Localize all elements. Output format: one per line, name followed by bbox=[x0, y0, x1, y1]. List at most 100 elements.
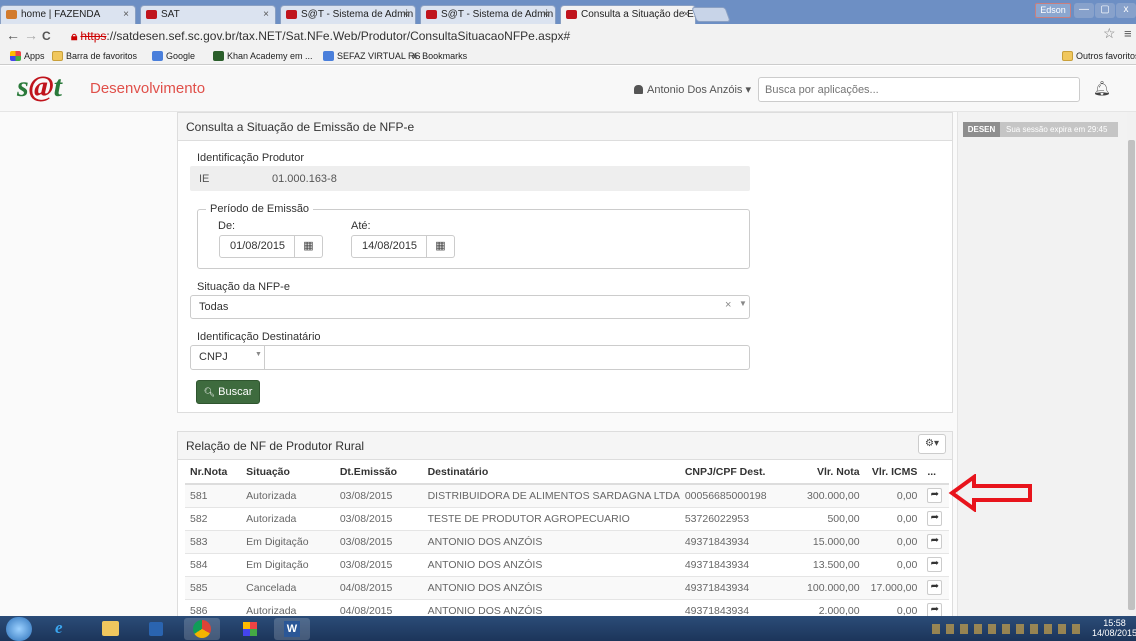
back-icon[interactable]: ← bbox=[6, 27, 20, 43]
bell-icon[interactable]: 🔔︎ bbox=[1093, 80, 1111, 97]
cell-recipient: DISTRIBUIDORA DE ALIMENTOS SARDAGNA LTDA bbox=[422, 484, 680, 508]
open-action-icon[interactable]: ➦ bbox=[927, 488, 943, 504]
table-row: 585 Cancelada 04/08/2015 ANTONIO DOS ANZ… bbox=[185, 576, 949, 600]
table-row: 583 Em Digitação 03/08/2015 ANTONIO DOS … bbox=[185, 530, 949, 554]
profile-button[interactable]: Edson bbox=[1035, 3, 1071, 18]
scrollbar-thumb[interactable] bbox=[1128, 140, 1135, 610]
start-button[interactable] bbox=[6, 617, 32, 641]
folder-icon bbox=[1062, 51, 1073, 61]
cell-nr: 583 bbox=[185, 530, 242, 554]
chevron-down-icon[interactable]: ▼ bbox=[739, 299, 747, 308]
taskbar-chrome[interactable] bbox=[184, 618, 220, 640]
user-icon bbox=[634, 85, 643, 94]
column-header[interactable]: Nr.Nota bbox=[185, 461, 242, 485]
open-action-icon[interactable]: ➦ bbox=[927, 511, 943, 526]
logo-s: s bbox=[17, 70, 29, 103]
reload-icon[interactable]: C bbox=[42, 29, 51, 43]
tab-favicon-icon bbox=[566, 10, 577, 19]
search-button[interactable]: 🔍︎ Buscar bbox=[196, 380, 260, 404]
bookmark-label: Barra de favoritos bbox=[66, 51, 138, 61]
cell-cnpj: 49371843934 bbox=[679, 530, 802, 554]
bookmark-khan-academy[interactable]: Khan Academy em ... bbox=[213, 51, 313, 61]
maximize-button[interactable]: ▢ bbox=[1095, 3, 1115, 18]
open-action-icon[interactable]: ➦ bbox=[927, 534, 943, 549]
to-date-input[interactable]: 14/08/2015 bbox=[351, 235, 427, 258]
bookmark-star-icon[interactable]: ☆ bbox=[1103, 25, 1116, 42]
recipient-type-select[interactable]: CNPJ bbox=[190, 345, 265, 370]
app-search-input[interactable] bbox=[758, 77, 1080, 102]
tab-title: Consulta a Situação de Em bbox=[581, 9, 696, 20]
cell-value: 15.000,00 bbox=[801, 530, 865, 554]
other-bookmarks-folder[interactable]: Outros favoritos bbox=[1062, 51, 1136, 61]
google-icon bbox=[152, 51, 163, 61]
address-bar[interactable]: 🔒︎ https://satdesen.sef.sc.gov.br/tax.NET… bbox=[71, 27, 1103, 45]
taskbar-clock[interactable]: 15:58 14/08/2015 bbox=[1092, 618, 1136, 638]
folder-icon bbox=[52, 51, 63, 61]
taskbar-word[interactable]: W bbox=[274, 618, 310, 640]
status-label: Situação da NFP-e bbox=[197, 281, 290, 293]
browser-tab[interactable]: S@T - Sistema de Admin × bbox=[420, 5, 556, 24]
to-calendar-button[interactable]: ▦ bbox=[427, 235, 455, 258]
open-action-icon[interactable]: ➦ bbox=[927, 580, 943, 595]
chrome-menu-icon[interactable]: ≡ bbox=[1124, 26, 1132, 41]
tab-close-icon[interactable]: × bbox=[683, 6, 689, 23]
chevron-down-icon[interactable]: ▼ bbox=[255, 351, 262, 358]
cell-nr: 584 bbox=[185, 553, 242, 577]
column-header[interactable]: Situação bbox=[241, 461, 335, 485]
system-tray-icons[interactable] bbox=[932, 624, 1082, 634]
new-tab-button[interactable] bbox=[691, 7, 731, 22]
close-window-button[interactable]: x bbox=[1116, 3, 1136, 18]
column-header[interactable]: Vlr. Nota bbox=[801, 461, 865, 485]
cell-icms: 0,00 bbox=[864, 530, 923, 554]
minimize-button[interactable]: — bbox=[1074, 3, 1094, 18]
gear-icon[interactable]: ⚙▾ bbox=[918, 434, 946, 454]
bookmark-bookmarks[interactable]: ★ Bookmarks bbox=[411, 51, 467, 62]
column-header[interactable]: Vlr. ICMS bbox=[864, 461, 923, 485]
cell-date: 03/08/2015 bbox=[334, 484, 423, 508]
column-header[interactable]: CNPJ/CPF Dest. bbox=[679, 461, 802, 485]
ie-value: 01.000.163-8 bbox=[272, 173, 337, 185]
bookmark-label: Google bbox=[166, 51, 196, 61]
column-header[interactable]: Destinatário bbox=[422, 461, 680, 485]
taskbar-explorer[interactable] bbox=[92, 618, 128, 640]
user-menu[interactable]: Antonio Dos Anzóis ▾ bbox=[634, 83, 751, 96]
cell-status: Cancelada bbox=[241, 576, 335, 600]
logo-at: @ bbox=[28, 70, 54, 103]
browser-tab-active[interactable]: Consulta a Situação de Em × bbox=[560, 5, 696, 24]
bookmark-sefaz[interactable]: SEFAZ VIRTUAL RS bbox=[323, 51, 421, 61]
clear-icon[interactable]: × bbox=[725, 299, 731, 311]
tab-close-icon[interactable]: × bbox=[543, 6, 549, 23]
bookmark-apps[interactable]: Apps bbox=[10, 51, 45, 61]
taskbar-outlook[interactable] bbox=[138, 618, 174, 640]
from-date-input[interactable]: 01/08/2015 bbox=[219, 235, 295, 258]
column-header[interactable]: Dt.Emissão bbox=[334, 461, 423, 485]
right-panel bbox=[957, 112, 1127, 616]
cell-cnpj: 00056685000198 bbox=[679, 484, 802, 508]
to-label: Até: bbox=[351, 220, 371, 232]
browser-tab[interactable]: S@T - Sistema de Admin × bbox=[280, 5, 416, 24]
bookmark-favorites-folder[interactable]: Barra de favoritos bbox=[52, 51, 137, 61]
session-env-badge: DESEN bbox=[963, 122, 1000, 137]
cell-date: 04/08/2015 bbox=[334, 576, 423, 600]
tab-close-icon[interactable]: × bbox=[403, 6, 409, 23]
taskbar-ie[interactable]: e bbox=[44, 618, 80, 640]
bookmark-google[interactable]: Google bbox=[152, 51, 195, 61]
tab-close-icon[interactable]: × bbox=[263, 6, 269, 23]
from-calendar-button[interactable]: ▦ bbox=[295, 235, 323, 258]
recipient-input[interactable] bbox=[264, 345, 750, 370]
sefaz-icon bbox=[323, 51, 334, 61]
forward-icon[interactable]: → bbox=[24, 27, 38, 43]
cell-status: Em Digitação bbox=[241, 553, 335, 577]
environment-name: Desenvolvimento bbox=[90, 80, 206, 97]
open-action-icon[interactable]: ➦ bbox=[927, 557, 943, 572]
taskbar-apps[interactable] bbox=[232, 618, 268, 640]
browser-tab[interactable]: SAT × bbox=[140, 5, 276, 24]
cell-date: 03/08/2015 bbox=[334, 553, 423, 577]
tab-close-icon[interactable]: × bbox=[123, 6, 129, 23]
bookmark-label: Khan Academy em ... bbox=[227, 51, 313, 61]
cell-value: 300.000,00 bbox=[801, 484, 865, 508]
cell-icms: 0,00 bbox=[864, 484, 923, 508]
browser-tab[interactable]: home | FAZENDA × bbox=[0, 5, 136, 24]
sat-logo[interactable]: s@t bbox=[17, 72, 62, 102]
status-select[interactable]: Todas bbox=[190, 295, 750, 319]
